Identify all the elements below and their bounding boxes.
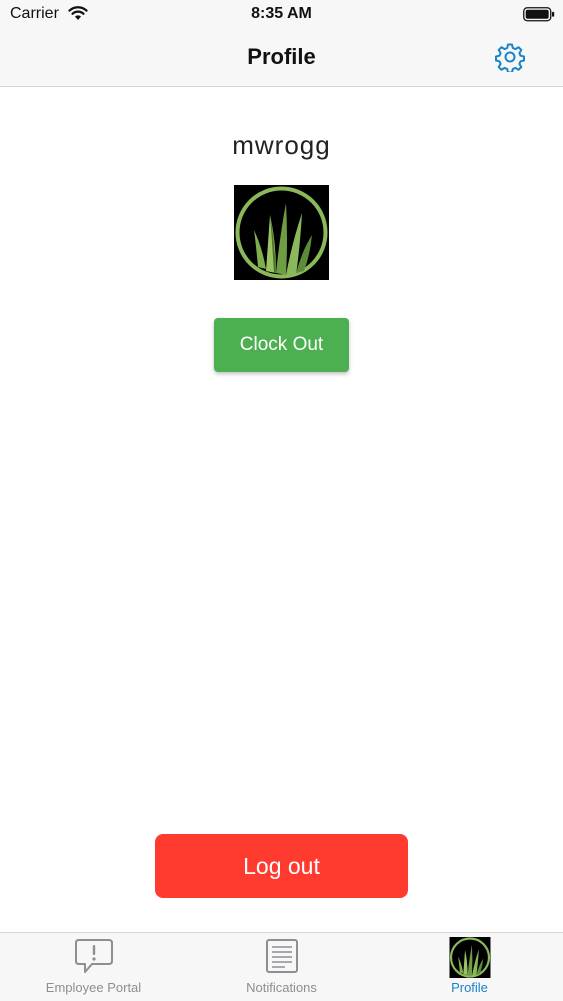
tab-notifications[interactable]: Notifications <box>188 933 375 1001</box>
tab-employee-portal[interactable]: Employee Portal <box>0 933 187 1001</box>
avatar <box>234 185 329 280</box>
status-time: 8:35 AM <box>251 5 312 22</box>
logout-button[interactable]: Log out <box>155 834 408 898</box>
clock-out-button[interactable]: Clock Out <box>214 318 349 372</box>
navigation-bar: Profile <box>0 30 563 87</box>
battery-icon <box>523 7 555 27</box>
tab-bar: Employee Portal Notifications Profile <box>0 932 563 1001</box>
tab-label: Employee Portal <box>45 980 142 995</box>
document-icon <box>265 937 299 980</box>
tab-profile[interactable]: Profile <box>376 933 563 1001</box>
status-bar: Carrier 8:35 AM <box>0 0 563 30</box>
grass-logo-icon <box>234 185 329 280</box>
settings-button[interactable] <box>495 42 525 74</box>
grass-logo-icon <box>449 937 490 983</box>
tab-label: Notifications <box>246 980 317 995</box>
username: mwrogg <box>232 130 331 160</box>
gear-icon[interactable] <box>495 42 525 74</box>
page-title: Profile <box>247 44 316 69</box>
message-alert-icon <box>74 937 114 980</box>
tab-label: Profile <box>451 980 488 995</box>
